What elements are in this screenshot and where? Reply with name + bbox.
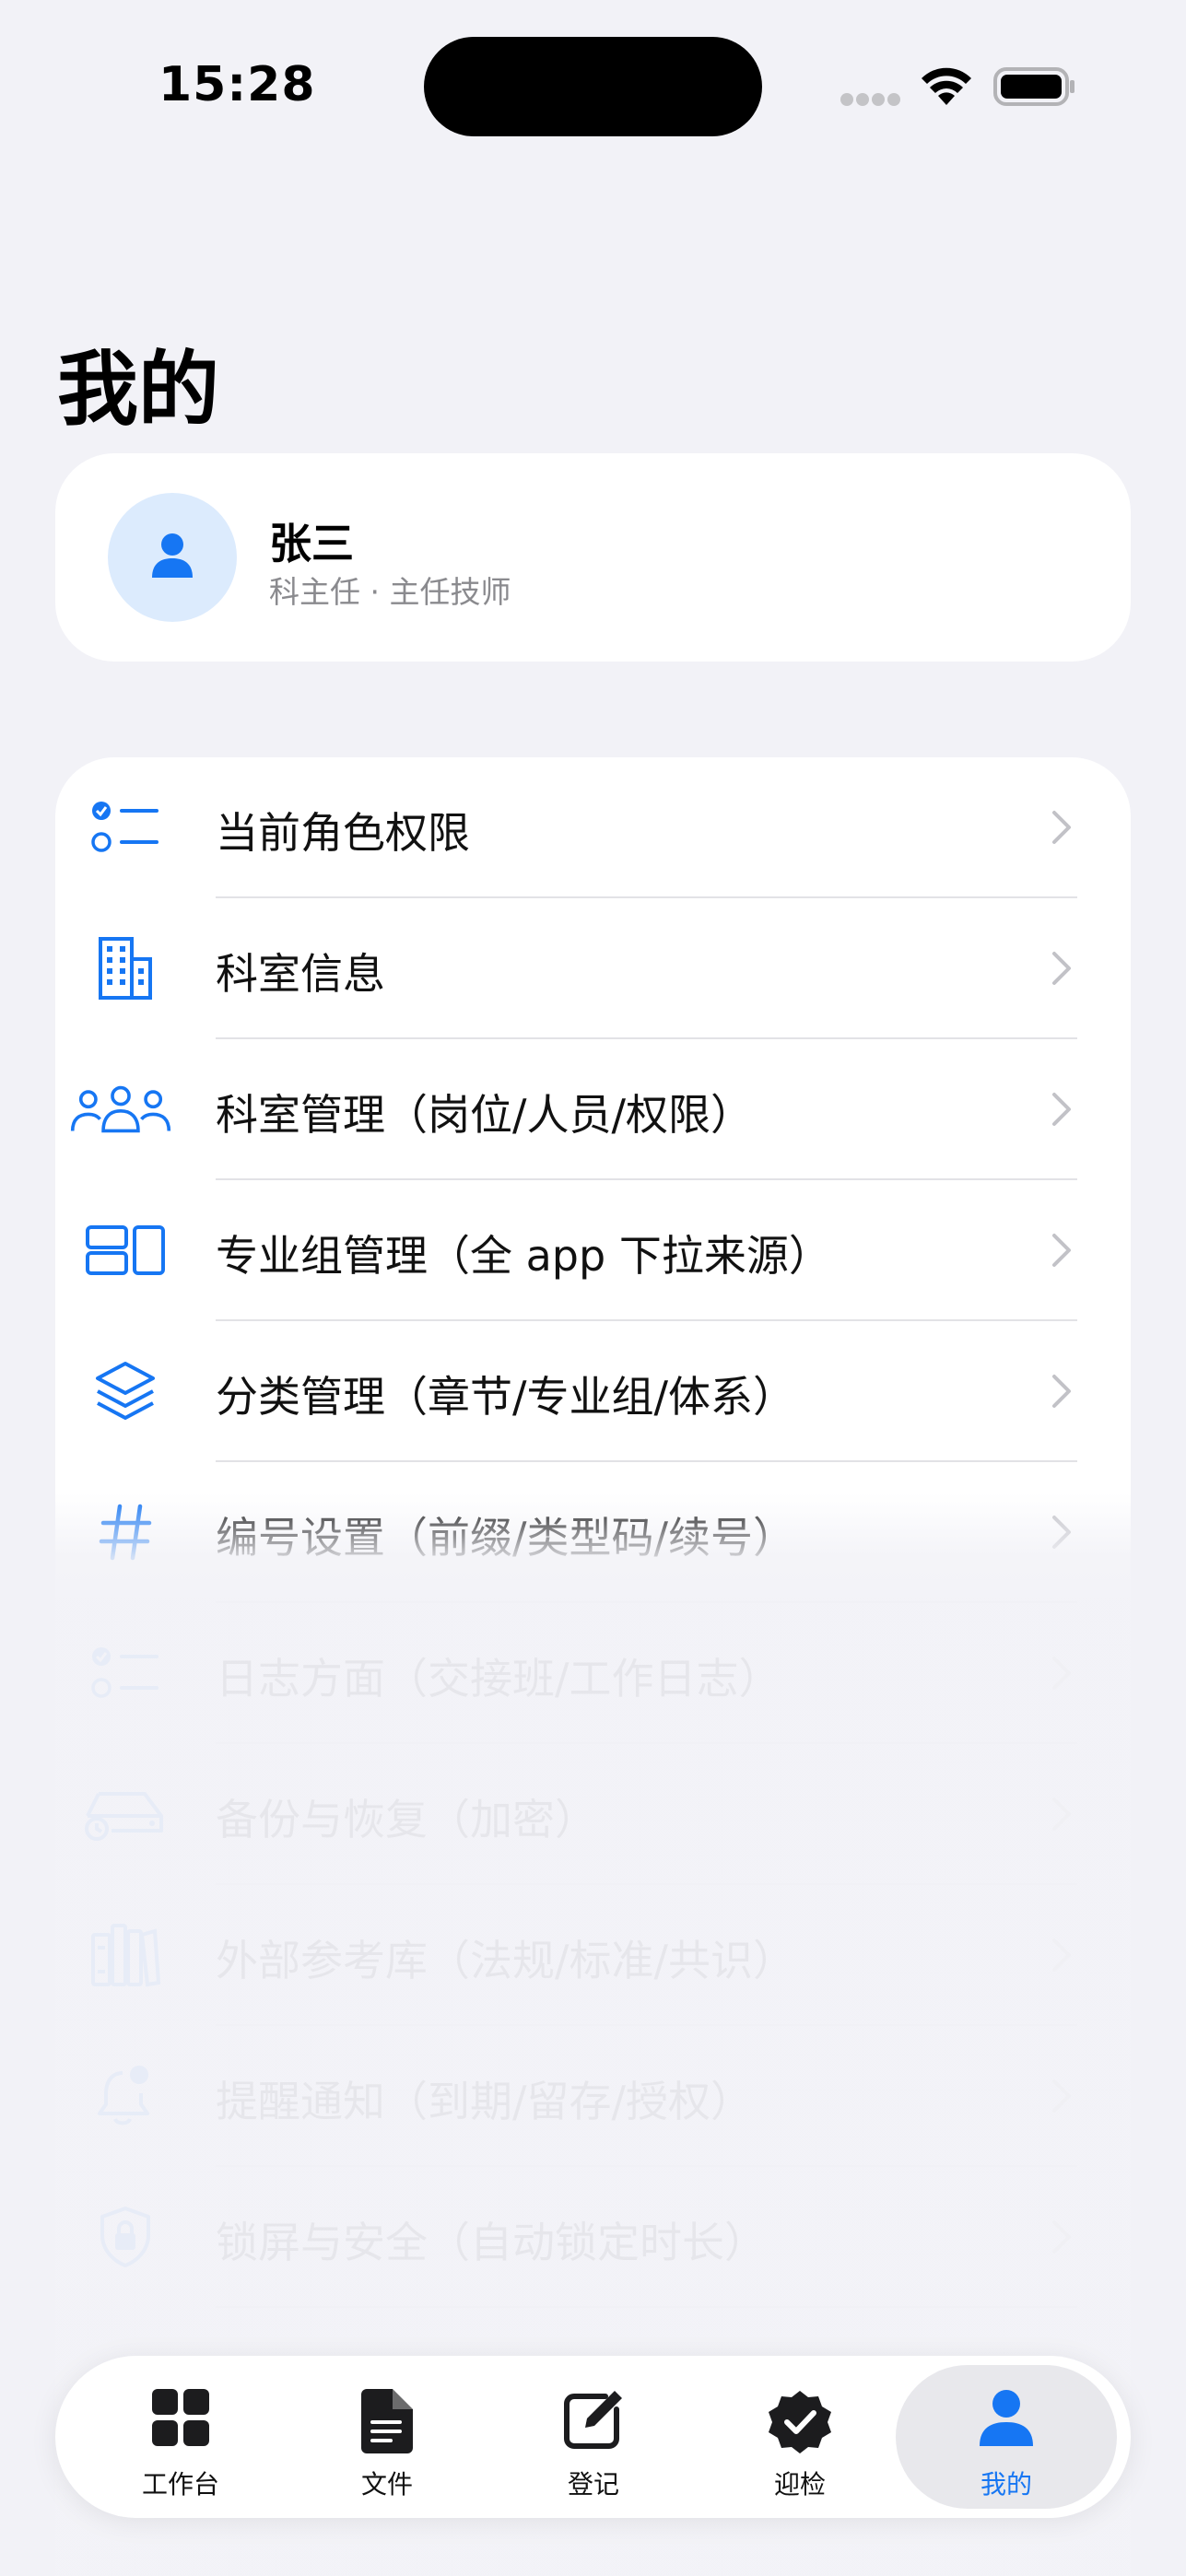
checklist-icon [91, 1647, 159, 1698]
number-sign-icon [99, 1504, 152, 1561]
menu-item-label: 外部参考库（法规/标准/共识） [216, 1936, 795, 1985]
tab-workbench[interactable]: 工作台 [70, 2365, 291, 2509]
menu-item-label: 分类管理（章节/专业组/体系） [216, 1372, 795, 1422]
books-icon [91, 1924, 160, 1987]
menu-item-label: 科室信息 [216, 949, 385, 999]
menu-item-category-management[interactable]: 分类管理（章节/专业组/体系） [55, 1321, 1131, 1462]
profile-subtitle: 科主任 · 主任技师 [269, 574, 511, 610]
tab-label: 我的 [980, 2469, 1032, 2500]
lock-shield-icon [100, 2207, 150, 2267]
layers-icon [96, 1362, 155, 1420]
menu-item-department-info[interactable]: 科室信息 [55, 898, 1131, 1039]
tab-files[interactable]: 文件 [276, 2365, 498, 2509]
tab-bar: 工作台 文件 登记 迎检 我的 [55, 2356, 1131, 2518]
menu-item-numbering-settings[interactable]: 编号设置（前缀/类型码/续号） [55, 1462, 1131, 1603]
tab-label: 工作台 [141, 2469, 219, 2500]
tab-mine[interactable]: 我的 [896, 2365, 1117, 2509]
divider [216, 2306, 1077, 2308]
tab-register[interactable]: 登记 [483, 2365, 704, 2509]
menu-item-label: 专业组管理（全 app 下拉来源） [216, 1231, 831, 1281]
signal-icon [840, 93, 901, 106]
menu-item-label: 日志方面（交接班/工作日志） [216, 1654, 781, 1704]
document-icon [361, 2389, 413, 2453]
tab-label: 迎检 [773, 2469, 826, 2500]
menu-item-label: 科室管理（岗位/人员/权限） [216, 1090, 753, 1140]
battery-icon [993, 67, 1074, 106]
drive-restore-icon [85, 1792, 163, 1841]
menu-item-label: 锁屏与安全（自动锁定时长） [216, 2218, 767, 2267]
menu-item-role-permissions[interactable]: 当前角色权限 [55, 757, 1131, 898]
menu-item-department-management[interactable]: 科室管理（岗位/人员/权限） [55, 1039, 1131, 1180]
chevron-right-icon [1052, 1093, 1071, 1126]
menu-item-label: 提醒通知（到期/留存/授权） [216, 2077, 753, 2126]
status-time: 15:28 [159, 57, 316, 112]
chevron-right-icon [1052, 811, 1071, 844]
dynamic-island [424, 37, 762, 136]
menu-item-reminders[interactable]: 提醒通知（到期/留存/授权） [55, 2026, 1131, 2167]
chevron-right-icon [1052, 1516, 1071, 1549]
chevron-right-icon [1052, 1797, 1071, 1831]
grid-icon [152, 2389, 209, 2446]
menu-item-label: 编号设置（前缀/类型码/续号） [216, 1513, 795, 1563]
chevron-right-icon [1052, 1234, 1071, 1267]
chevron-right-icon [1052, 1657, 1071, 1690]
wifi-icon [922, 67, 971, 105]
person-icon [152, 533, 193, 578]
chevron-right-icon [1052, 952, 1071, 985]
menu-item-lock-security[interactable]: 锁屏与安全（自动锁定时长） [55, 2167, 1131, 2308]
chevron-right-icon [1052, 2220, 1071, 2254]
settings-menu: 当前角色权限 科室信息 科室管理（岗位/人员/权限） 专业组管理（全 app 下… [55, 757, 1131, 2576]
profile-card[interactable]: 张三 科主任 · 主任技师 [55, 453, 1131, 662]
checklist-icon [91, 802, 159, 852]
chevron-right-icon [1052, 1938, 1071, 1972]
menu-item-specialty-group[interactable]: 专业组管理（全 app 下拉来源） [55, 1180, 1131, 1321]
page-title: 我的 [57, 342, 220, 437]
tab-label: 文件 [360, 2469, 413, 2500]
person-icon [980, 2390, 1033, 2446]
menu-item-reference-library[interactable]: 外部参考库（法规/标准/共识） [55, 1885, 1131, 2026]
chevron-right-icon [1052, 2079, 1071, 2113]
tab-label: 登记 [567, 2469, 619, 2500]
layout-blocks-icon [86, 1225, 165, 1275]
menu-item-label: 当前角色权限 [216, 808, 470, 858]
edit-icon [564, 2391, 622, 2449]
menu-item-label: 备份与恢复（加密） [216, 1795, 597, 1844]
menu-item-backup-restore[interactable]: 备份与恢复（加密） [55, 1744, 1131, 1885]
bell-badge-icon [98, 2066, 149, 2125]
verified-badge-icon [769, 2391, 831, 2453]
building-icon [99, 937, 152, 1000]
chevron-right-icon [1052, 1375, 1071, 1408]
menu-item-log-settings[interactable]: 日志方面（交接班/工作日志） [55, 1603, 1131, 1744]
tab-inspection[interactable]: 迎检 [689, 2365, 910, 2509]
people-group-icon [70, 1085, 171, 1133]
avatar [108, 493, 237, 622]
profile-name: 张三 [269, 519, 354, 568]
